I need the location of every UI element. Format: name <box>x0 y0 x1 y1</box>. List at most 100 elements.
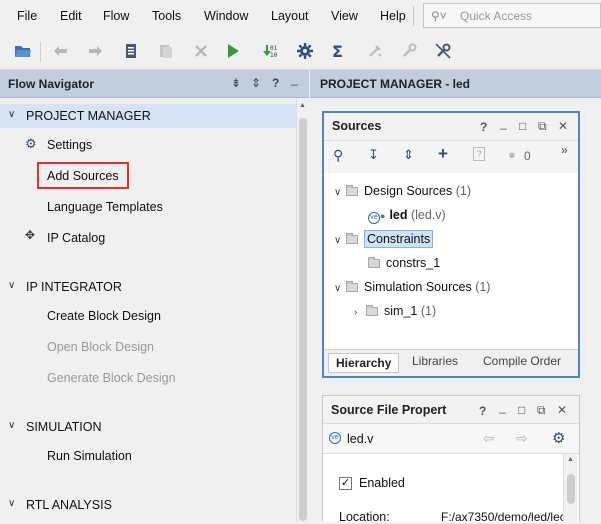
forward-arrow-icon[interactable]: ⇨ <box>516 430 528 447</box>
constraints-label: Constraints <box>364 230 434 248</box>
tree-simulation-sources[interactable]: ∨ Simulation Sources (1) <box>334 280 490 300</box>
svg-text:10: 10 <box>270 52 277 59</box>
run-icon[interactable] <box>222 40 244 62</box>
nav-generate-block-design[interactable]: Generate Block Design <box>47 371 176 385</box>
verilog-file-icon: ve <box>368 212 380 224</box>
project-manager-header: PROJECT MANAGER - led <box>310 70 601 98</box>
scroll-up-icon[interactable]: ▲ <box>299 102 306 109</box>
section-label: RTL ANALYSIS <box>26 498 112 512</box>
main-toolbar: 01 10 Σ <box>0 32 601 70</box>
sigma-report-icon[interactable]: Σ <box>328 40 350 62</box>
nav-add-sources[interactable]: Add Sources <box>47 169 119 183</box>
paste-icon[interactable] <box>155 40 177 62</box>
redo-icon[interactable] <box>84 40 106 62</box>
settings-icon[interactable] <box>294 40 316 62</box>
float-icon[interactable]: ⧉ <box>538 119 547 134</box>
verilog-file-icon: ve <box>329 432 341 444</box>
tree-design-sources[interactable]: ∨ Design Sources (1) <box>334 184 471 204</box>
sources-header: Sources ? _ □ ⧉ ✕ <box>324 113 578 141</box>
menu-layout[interactable]: Layout <box>271 9 309 23</box>
open-project-icon[interactable] <box>12 40 34 62</box>
quick-access-input[interactable]: Quick Access <box>460 9 532 23</box>
scrollbar-thumb[interactable] <box>299 118 307 521</box>
collapse-all-icon[interactable]: ⇟ <box>231 76 241 90</box>
copy-icon[interactable] <box>120 40 142 62</box>
scrollbar-thumb[interactable] <box>567 474 575 504</box>
gear-icon: ⚙ <box>25 136 37 151</box>
menu-help[interactable]: Help <box>380 9 406 23</box>
properties-scrollbar[interactable]: ▲ <box>563 454 577 522</box>
nav-open-block-design[interactable]: Open Block Design <box>47 340 154 354</box>
chevron-down-icon: ∨ <box>8 280 16 291</box>
menu-separator <box>413 6 414 26</box>
delete-icon[interactable] <box>190 40 212 62</box>
tab-libraries[interactable]: Libraries <box>412 354 458 368</box>
flow-navigator-scrollbar[interactable]: ▲ <box>296 98 309 521</box>
menu-flow[interactable]: Flow <box>103 9 129 23</box>
chevron-right-icon: › <box>354 307 358 318</box>
wrench-icon[interactable] <box>398 40 420 62</box>
nav-ip-catalog[interactable]: IP Catalog <box>47 231 105 245</box>
minimize-icon[interactable]: _ <box>499 400 506 414</box>
help-icon[interactable]: ? <box>479 404 486 418</box>
properties-title: Source File Propert <box>331 403 447 417</box>
search-icon[interactable]: ⚲ <box>333 147 343 164</box>
scroll-up-icon[interactable]: ▲ <box>567 456 574 463</box>
tree-constrs-1[interactable]: constrs_1 <box>368 256 440 276</box>
chevron-down-icon: ∨ <box>8 420 16 431</box>
section-label: PROJECT MANAGER <box>26 109 151 123</box>
section-project-manager[interactable]: ∨ PROJECT MANAGER <box>0 104 296 128</box>
properties-body: ✓ Enabled Location: F:/ax7350/demo/led/l… <box>323 454 579 524</box>
enabled-label: Enabled <box>359 476 405 490</box>
more-icon[interactable]: » <box>561 143 568 157</box>
menu-view[interactable]: View <box>331 9 358 23</box>
menu-window[interactable]: Window <box>204 9 248 23</box>
maximize-icon[interactable]: □ <box>518 403 525 417</box>
expand-all-icon[interactable]: ⇕ <box>251 76 261 90</box>
sources-tabs: Hierarchy Libraries Compile Order <box>324 349 578 376</box>
tree-sim-1[interactable]: › sim_1 (1) <box>354 304 436 324</box>
chevron-down-icon: ∨ <box>334 283 342 294</box>
nav-language-templates[interactable]: Language Templates <box>47 200 163 214</box>
add-sources-icon[interactable]: + <box>438 144 448 164</box>
enabled-checkbox[interactable]: ✓ <box>339 477 352 490</box>
menu-bar: File Edit Flow Tools Window Layout View … <box>0 0 601 32</box>
help-icon[interactable]: ? <box>272 76 279 90</box>
menu-edit[interactable]: Edit <box>60 9 82 23</box>
tab-compile-order[interactable]: Compile Order <box>483 354 561 368</box>
section-simulation[interactable]: ∨ SIMULATION <box>0 415 296 439</box>
collapse-all-icon[interactable]: ↧ <box>368 147 379 163</box>
undo-icon[interactable] <box>50 40 72 62</box>
close-icon[interactable]: ✕ <box>557 403 567 417</box>
section-ip-integrator[interactable]: ∨ IP INTEGRATOR <box>0 275 296 299</box>
float-icon[interactable]: ⧉ <box>537 403 546 418</box>
quick-access-search[interactable]: ⚲˅ Quick Access <box>423 3 601 28</box>
tree-led[interactable]: ve ● led (led.v) <box>368 208 446 228</box>
menu-tools[interactable]: Tools <box>152 9 181 23</box>
minimize-icon[interactable]: _ <box>291 72 298 86</box>
nav-run-simulation[interactable]: Run Simulation <box>47 449 132 463</box>
tab-hierarchy[interactable]: Hierarchy <box>328 353 400 373</box>
settings-icon[interactable]: ⚙ <box>552 429 565 447</box>
menu-file[interactable]: File <box>17 9 37 23</box>
nav-create-block-design[interactable]: Create Block Design <box>47 309 161 323</box>
back-arrow-icon[interactable]: ⇦ <box>483 430 495 447</box>
properties-icon[interactable]: ? <box>473 147 485 161</box>
properties-header: Source File Propert ? _ □ ⧉ ✕ <box>323 396 579 424</box>
cancel-icon[interactable] <box>432 40 454 62</box>
maximize-icon[interactable]: □ <box>519 119 526 133</box>
sources-panel: Sources ? _ □ ⧉ ✕ ⚲ ↧ ⇕ + ? ● 0 » ∨ Desig… <box>322 111 580 378</box>
svg-text:Σ: Σ <box>332 43 343 59</box>
tools-icon[interactable] <box>364 40 386 62</box>
svg-text:01: 01 <box>270 45 277 52</box>
tree-constraints[interactable]: ∨ Constraints <box>334 230 434 252</box>
chevron-down-icon: ∨ <box>8 498 16 509</box>
nav-settings[interactable]: Settings <box>47 138 92 152</box>
help-icon[interactable]: ? <box>480 120 487 134</box>
hierarchy-top-icon: ● <box>380 211 386 221</box>
generate-bitstream-icon[interactable]: 01 10 <box>258 40 280 62</box>
minimize-icon[interactable]: _ <box>500 116 507 130</box>
section-rtl-analysis[interactable]: ∨ RTL ANALYSIS <box>0 493 296 517</box>
expand-all-icon[interactable]: ⇕ <box>403 147 414 163</box>
close-icon[interactable]: ✕ <box>558 119 568 133</box>
